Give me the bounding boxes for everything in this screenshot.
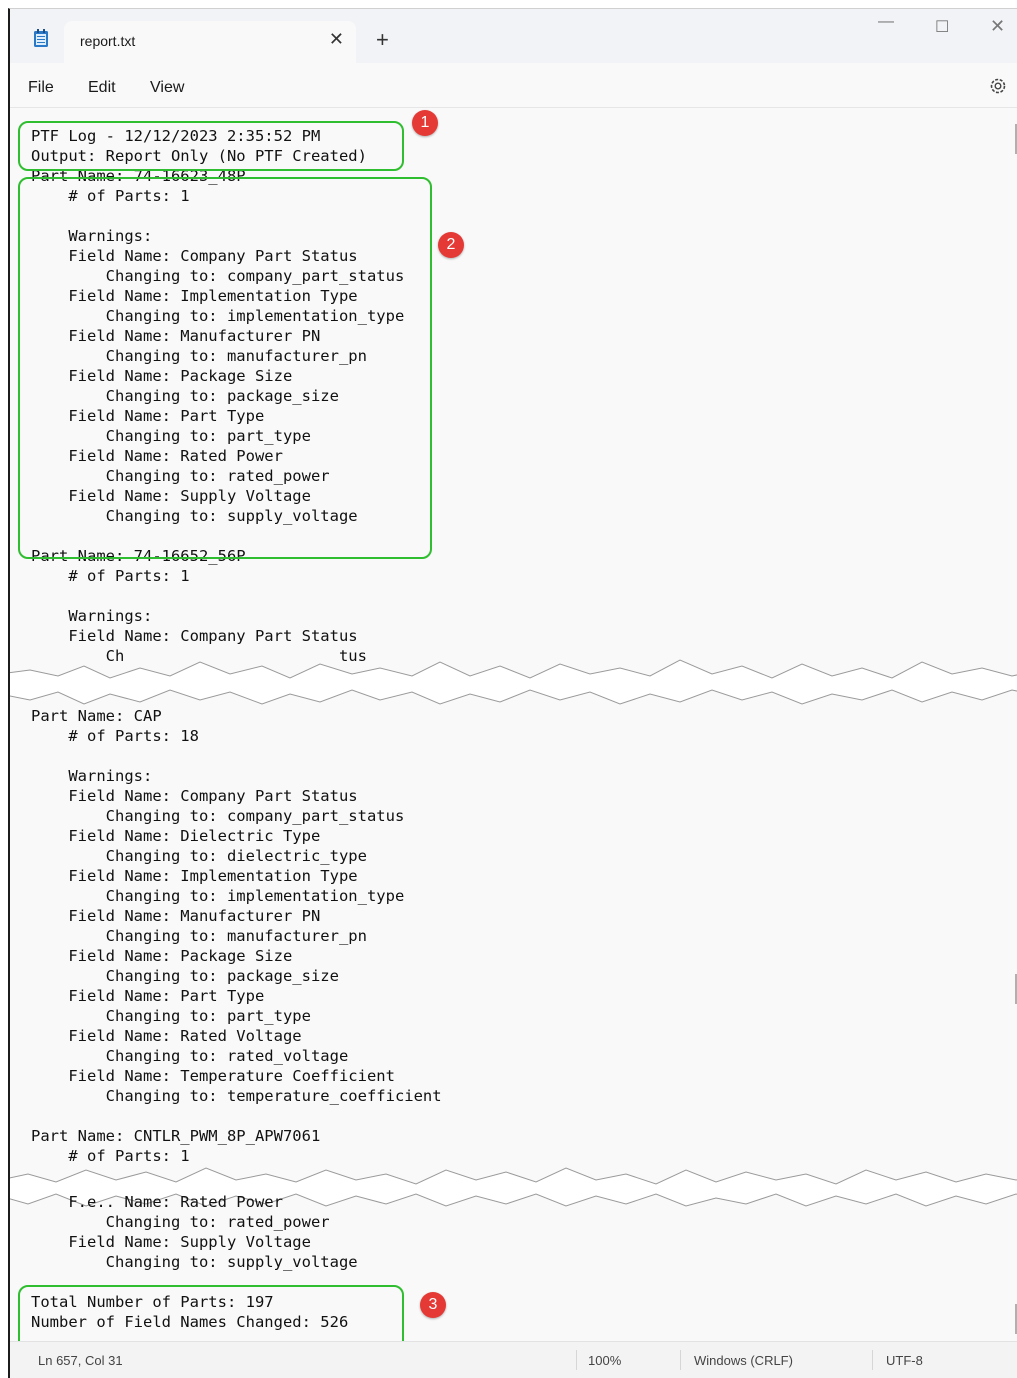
text-line: Changing to: rated_voltage bbox=[31, 1047, 349, 1065]
highlight-box-part-details bbox=[18, 177, 432, 559]
text-line: Changing to: package_size bbox=[31, 967, 339, 985]
minimize-icon[interactable]: — bbox=[878, 13, 894, 31]
zoom-level[interactable]: 100% bbox=[588, 1353, 621, 1368]
text-line: Changing to: supply_voltage bbox=[31, 1253, 358, 1271]
line-ending[interactable]: Windows (CRLF) bbox=[694, 1353, 793, 1368]
text-line: Changing to: company_part_status bbox=[31, 807, 405, 825]
text-line: Field Name: Package Size bbox=[31, 947, 293, 965]
menu-edit[interactable]: Edit bbox=[88, 79, 116, 97]
notepad-window: report.txt ✕ + — ☐ ✕ File Edit View PTF … bbox=[8, 8, 1017, 1378]
new-tab-icon[interactable]: + bbox=[376, 29, 389, 51]
tab-report-txt[interactable]: report.txt ✕ bbox=[64, 21, 356, 63]
text-line: Changing to: manufacturer_pn bbox=[31, 927, 367, 945]
status-divider bbox=[680, 1350, 681, 1370]
text-line: Changing to: dielectric_type bbox=[31, 847, 367, 865]
status-divider bbox=[872, 1350, 873, 1370]
title-bar: report.txt ✕ + — ☐ ✕ bbox=[10, 9, 1017, 63]
text-line: Part Name: CAP bbox=[31, 707, 162, 725]
cursor-position: Ln 657, Col 31 bbox=[38, 1353, 123, 1368]
text-line: Changing to: temperature_coefficient bbox=[31, 1087, 442, 1105]
menu-bar: File Edit View bbox=[10, 63, 1017, 108]
text-line: # of Parts: 1 bbox=[31, 567, 190, 585]
status-bar: Ln 657, Col 31 100% Windows (CRLF) UTF-8 bbox=[10, 1341, 1017, 1378]
notepad-app-icon bbox=[34, 29, 48, 47]
settings-gear-icon[interactable] bbox=[988, 76, 1008, 96]
encoding[interactable]: UTF-8 bbox=[886, 1353, 923, 1368]
menu-view[interactable]: View bbox=[150, 79, 184, 97]
text-editor-area[interactable]: PTF Log - 12/12/2023 2:35:52 PM Output: R… bbox=[10, 108, 1017, 1351]
text-line: Field Name: Rated Voltage bbox=[31, 1027, 302, 1045]
text-line: # of Parts: 1 bbox=[31, 1147, 190, 1165]
text-line: Field Name: Company Part Status bbox=[31, 787, 358, 805]
text-line: Changing to: rated_power bbox=[31, 1213, 330, 1231]
callout-badge-3: 3 bbox=[420, 1292, 446, 1318]
text-line: Field Name: Temperature Coefficient bbox=[31, 1067, 395, 1085]
text-line: Warnings: bbox=[31, 607, 153, 625]
text-line: # of Parts: 18 bbox=[31, 727, 199, 745]
tab-title: report.txt bbox=[80, 33, 136, 49]
text-line: F.e.. Name: Rated Power bbox=[31, 1193, 283, 1211]
menu-file[interactable]: File bbox=[28, 79, 54, 97]
text-line: Warnings: bbox=[31, 767, 153, 785]
text-line: Field Name: Supply Voltage bbox=[31, 1233, 311, 1251]
maximize-icon[interactable]: ☐ bbox=[935, 17, 949, 37]
text-line: Field Name: Company Part Status bbox=[31, 627, 358, 645]
text-line: Field Name: Implementation Type bbox=[31, 867, 358, 885]
text-line: Changing to: part_type bbox=[31, 1007, 311, 1025]
text-line: Field Name: Manufacturer PN bbox=[31, 907, 321, 925]
callout-badge-1: 1 bbox=[412, 110, 438, 136]
close-window-icon[interactable]: ✕ bbox=[990, 16, 1005, 37]
torn-edge-1 bbox=[10, 659, 1017, 705]
highlight-box-header bbox=[18, 121, 404, 171]
text-line: Changing to: implementation_type bbox=[31, 887, 405, 905]
status-divider bbox=[576, 1350, 577, 1370]
text-line: Field Name: Dielectric Type bbox=[31, 827, 321, 845]
text-line: Field Name: Part Type bbox=[31, 987, 265, 1005]
close-tab-icon[interactable]: ✕ bbox=[329, 29, 344, 50]
callout-badge-2: 2 bbox=[438, 232, 464, 258]
text-line: Part Name: CNTLR_PWM_8P_APW7061 bbox=[31, 1127, 321, 1145]
